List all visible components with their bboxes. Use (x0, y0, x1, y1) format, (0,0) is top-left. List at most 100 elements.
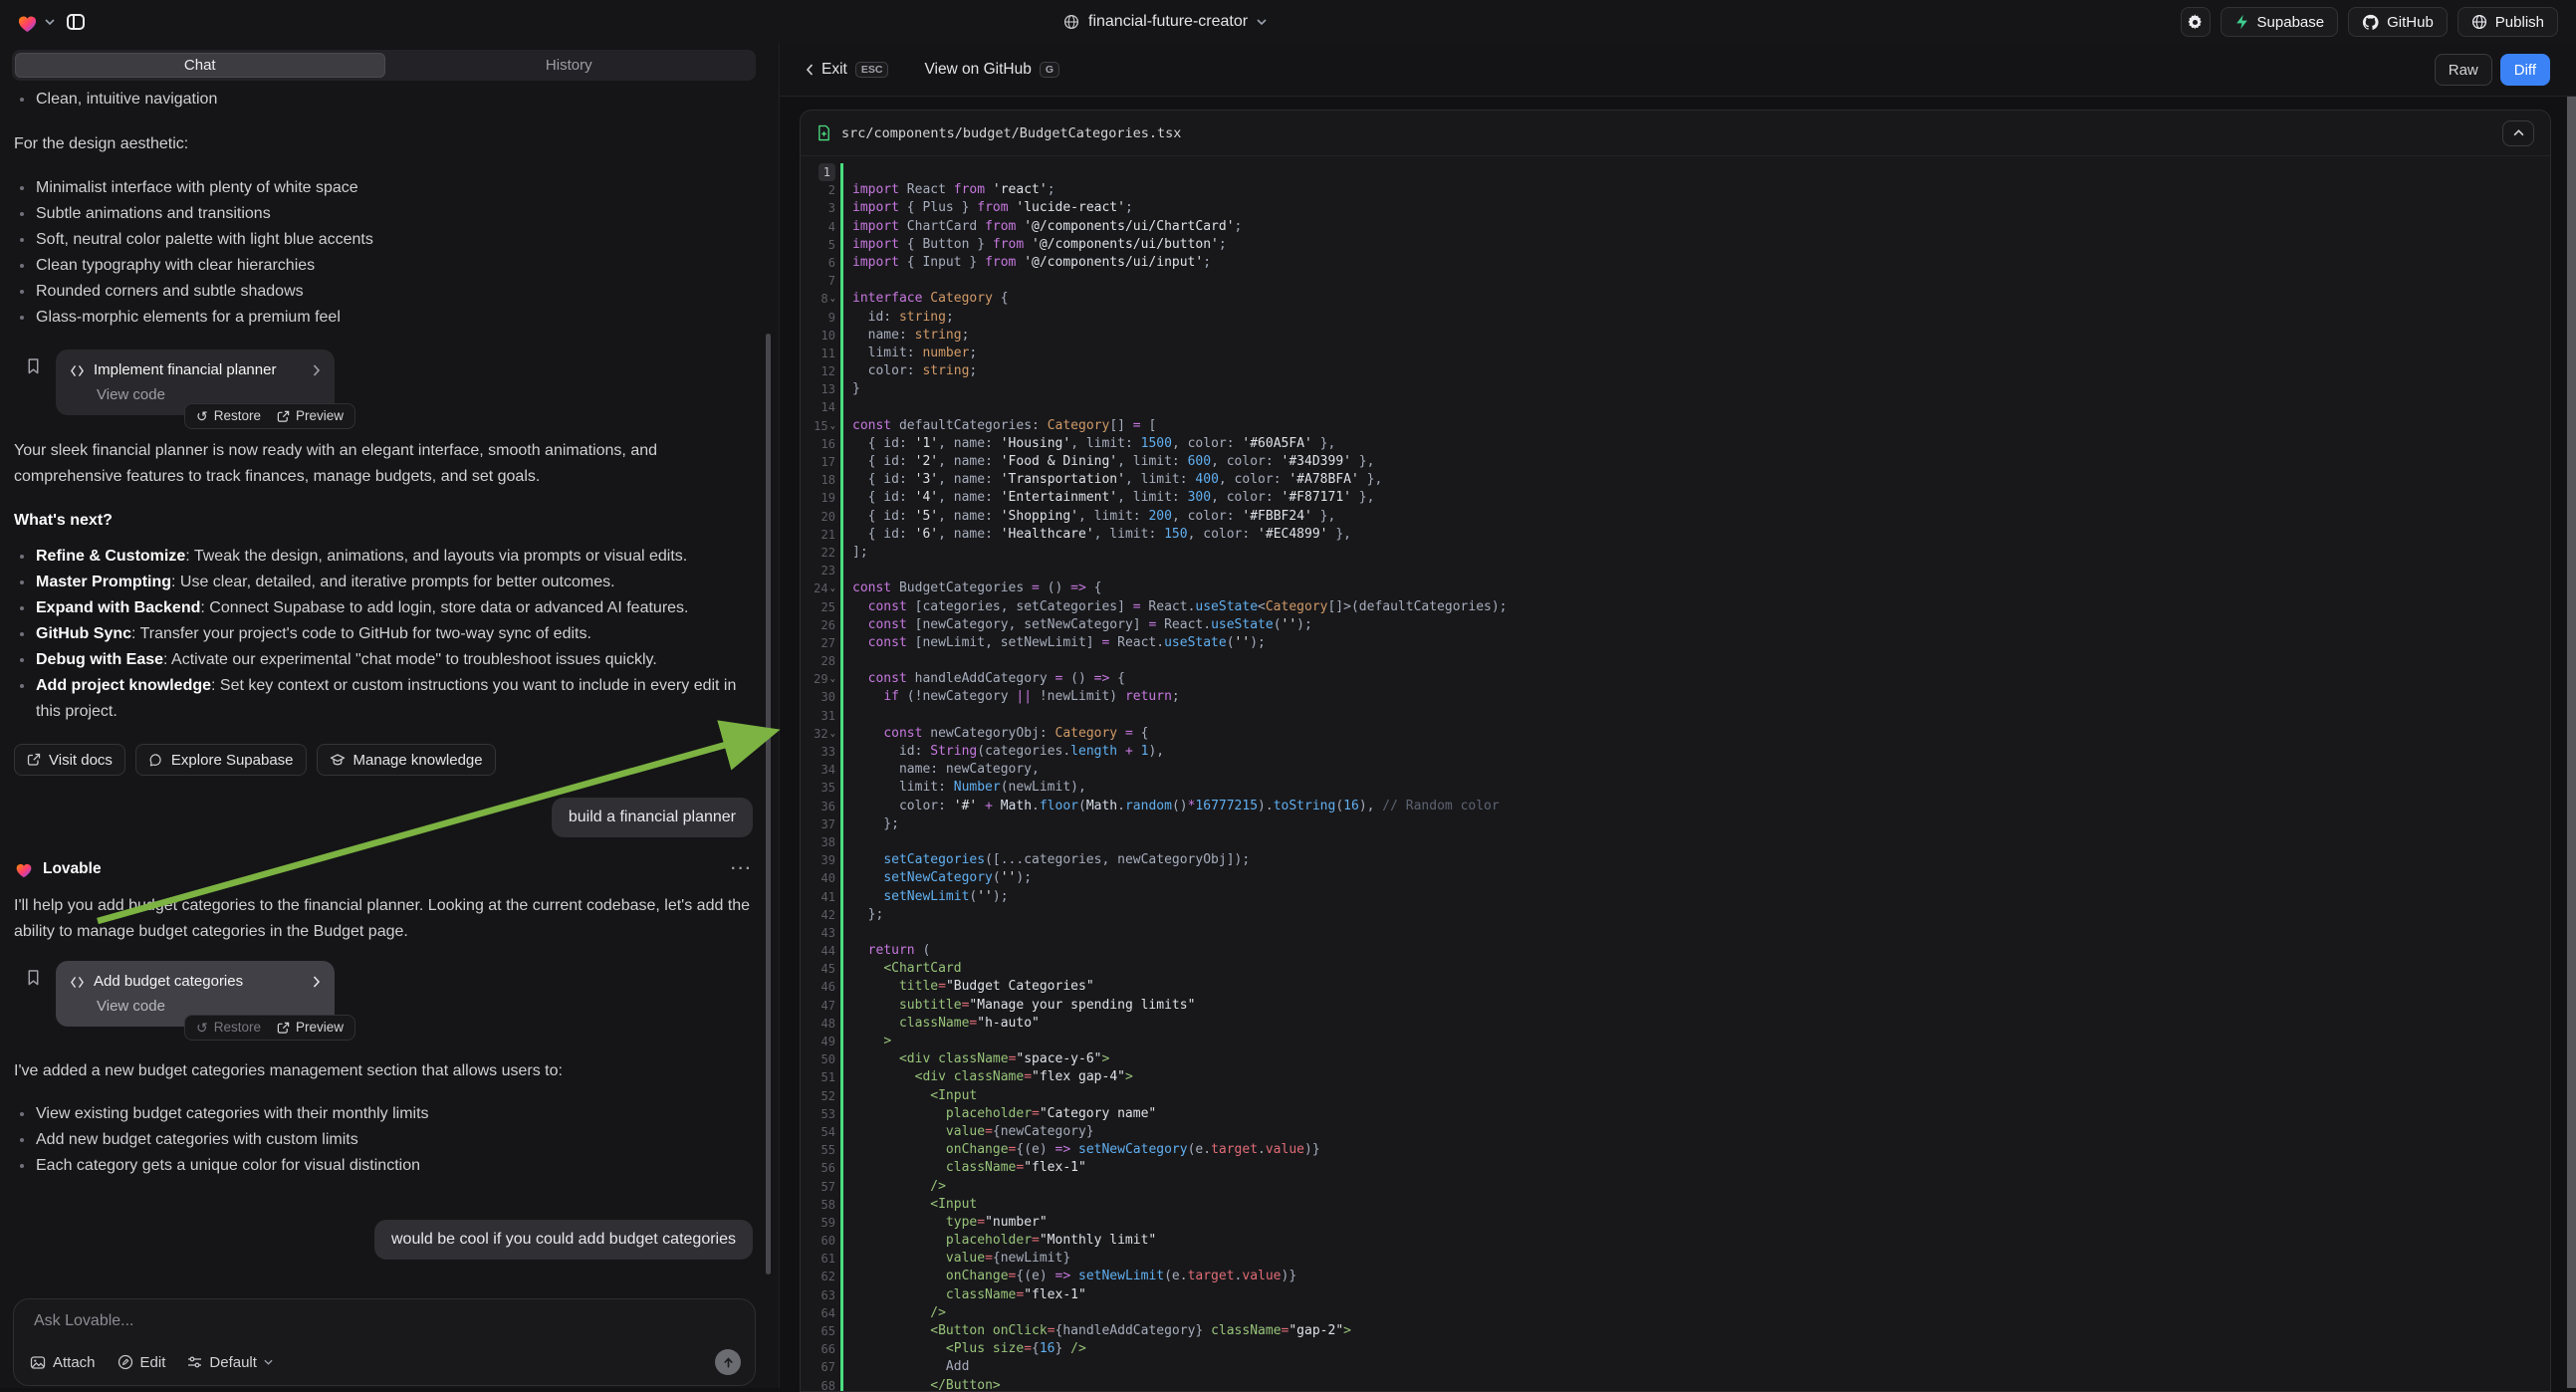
version-card-1-wrap: Implement financial planner View code ↺R… (56, 349, 335, 415)
github-icon (2362, 14, 2379, 31)
fold-toggle-icon[interactable]: ⌄ (830, 417, 835, 435)
manage-knowledge-button[interactable]: Manage knowledge (317, 744, 496, 776)
fold-toggle-icon[interactable]: ⌄ (830, 580, 835, 597)
collapse-file-button[interactable] (2502, 120, 2534, 146)
publish-button[interactable]: Publish (2458, 7, 2558, 37)
github-button[interactable]: GitHub (2348, 7, 2448, 37)
lovable-logo-icon[interactable] (16, 12, 39, 33)
code-line: 52 <Input (801, 1087, 2550, 1105)
code-line: 55 onChange={(e) => setNewCategory(e.tar… (801, 1141, 2550, 1159)
card-actions: ↺Restore Preview (184, 403, 355, 429)
chevron-right-icon (313, 976, 321, 988)
code-line: 16 { id: '1', name: 'Housing', limit: 15… (801, 435, 2550, 453)
explore-supabase-button[interactable]: Explore Supabase (135, 744, 307, 776)
chevron-left-icon (806, 64, 814, 76)
attach-image-icon (30, 1355, 46, 1370)
visit-docs-button[interactable]: Visit docs (14, 744, 125, 776)
edit-button[interactable]: Edit (117, 1354, 166, 1371)
chat-input[interactable] (32, 1311, 737, 1331)
added-points-list: View existing budget categories with the… (14, 1101, 753, 1179)
code-line: 22]; (801, 544, 2550, 562)
chevron-down-icon[interactable] (45, 19, 55, 25)
code-line: 7 (801, 272, 2550, 290)
code-line: 12 color: string; (801, 362, 2550, 380)
restore-button[interactable]: ↺Restore (196, 403, 261, 429)
supabase-button[interactable]: Supabase (2221, 7, 2339, 37)
tab-chat[interactable]: Chat (15, 53, 385, 78)
list-item: Debug with Ease: Activate our experiment… (14, 647, 753, 673)
code-icon (70, 976, 85, 989)
code-line: 2import React from 'react'; (801, 181, 2550, 199)
ready-text: Your sleek financial planner is now read… (14, 438, 753, 490)
exit-button[interactable]: Exit ESC (806, 61, 888, 79)
code-line: 67 Add (801, 1358, 2550, 1376)
code-line: 5import { Button } from '@/components/ui… (801, 236, 2550, 254)
list-item: Rounded corners and subtle shadows (14, 279, 753, 305)
quick-actions-row: Visit docs Explore Supabase Manage knowl… (14, 744, 753, 776)
code-line: 46 title="Budget Categories" (801, 978, 2550, 996)
list-item: View existing budget categories with the… (14, 1101, 753, 1127)
code-line: 54 value={newCategory} (801, 1123, 2550, 1141)
attach-button[interactable]: Attach (30, 1354, 96, 1371)
code-line: 25 const [categories, setCategories] = R… (801, 598, 2550, 616)
gear-icon (2187, 14, 2204, 31)
bookmark-icon[interactable] (26, 357, 41, 374)
settings-button[interactable] (2181, 7, 2211, 37)
code-line: 11 limit: number; (801, 345, 2550, 362)
code-line: 66 <Plus size={16} /> (801, 1340, 2550, 1358)
chevron-right-icon (313, 364, 321, 376)
design-points-list: Minimalist interface with plenty of whit… (14, 175, 753, 331)
sliders-icon (187, 1355, 202, 1369)
version-card-label: Implement financial planner (94, 357, 276, 383)
code-line: 3import { Plus } from 'lucide-react'; (801, 199, 2550, 217)
chevron-down-icon (1257, 19, 1267, 25)
preview-button[interactable]: Preview (277, 403, 344, 429)
window-scrollbar[interactable] (2567, 97, 2576, 1388)
list-item: Add new budget categories with custom li… (14, 1127, 753, 1153)
list-item: Master Prompting: Use clear, detailed, a… (14, 570, 753, 595)
tab-history[interactable]: History (385, 53, 754, 78)
code-line: 13} (801, 380, 2550, 398)
toggle-sidebar-button[interactable] (61, 7, 91, 37)
list-item: Expand with Backend: Connect Supabase to… (14, 595, 753, 621)
project-switcher[interactable]: financial-future-creator (1063, 0, 1267, 44)
code-line: 28 (801, 652, 2550, 670)
fold-toggle-icon[interactable]: ⌄ (830, 290, 835, 308)
diff-toggle-button[interactable]: Diff (2500, 54, 2550, 86)
code-line: 30 if (!newCategory || !newLimit) return… (801, 688, 2550, 706)
list-item: Minimalist interface with plenty of whit… (14, 175, 753, 201)
code-line: 63 className="flex-1" (801, 1286, 2550, 1304)
send-button[interactable] (715, 1349, 741, 1375)
fold-toggle-icon[interactable]: ⌄ (830, 725, 835, 743)
user-message-1: build a financial planner (552, 798, 753, 837)
code-line: 27 const [newLimit, setNewLimit] = React… (801, 634, 2550, 652)
list-item: Clean typography with clear hierarchies (14, 253, 753, 279)
composer: Attach Edit Default (13, 1298, 756, 1386)
g-keycap: G (1040, 62, 1059, 78)
restore-button[interactable]: ↺Restore (196, 1015, 261, 1041)
file-header[interactable]: src/components/budget/BudgetCategories.t… (801, 111, 2550, 156)
preview-button[interactable]: Preview (277, 1015, 344, 1041)
code-line: 59 type="number" (801, 1214, 2550, 1232)
mode-select[interactable]: Default (187, 1354, 273, 1371)
code-line: 57 /> (801, 1178, 2550, 1196)
code-line: 41 setNewLimit(''); (801, 888, 2550, 906)
list-item: Soft, neutral color palette with light b… (14, 227, 753, 253)
assistant-name: Lovable (43, 856, 102, 882)
external-link-icon (277, 410, 290, 423)
code-header: Exit ESC View on GitHub G Raw Diff (780, 44, 2576, 97)
view-on-github-button[interactable]: View on GitHub G (924, 61, 1059, 79)
edit-icon (117, 1354, 133, 1370)
list-item: Refine & Customize: Tweak the design, an… (14, 544, 753, 570)
chat-scrollbar[interactable] (766, 334, 771, 1275)
arrow-up-icon (722, 1356, 735, 1369)
code-panel: Exit ESC View on GitHub G Raw Diff src/c… (779, 44, 2576, 1388)
esc-keycap: ESC (855, 62, 889, 78)
message-menu-button[interactable]: ··· (731, 856, 753, 882)
fold-toggle-icon[interactable]: ⌄ (830, 670, 835, 688)
project-name: financial-future-creator (1088, 13, 1248, 31)
code-line: 45 <ChartCard (801, 960, 2550, 978)
raw-toggle-button[interactable]: Raw (2435, 54, 2492, 86)
code-line: 33 id: String(categories.length + 1), (801, 743, 2550, 761)
bookmark-icon[interactable] (26, 969, 41, 986)
